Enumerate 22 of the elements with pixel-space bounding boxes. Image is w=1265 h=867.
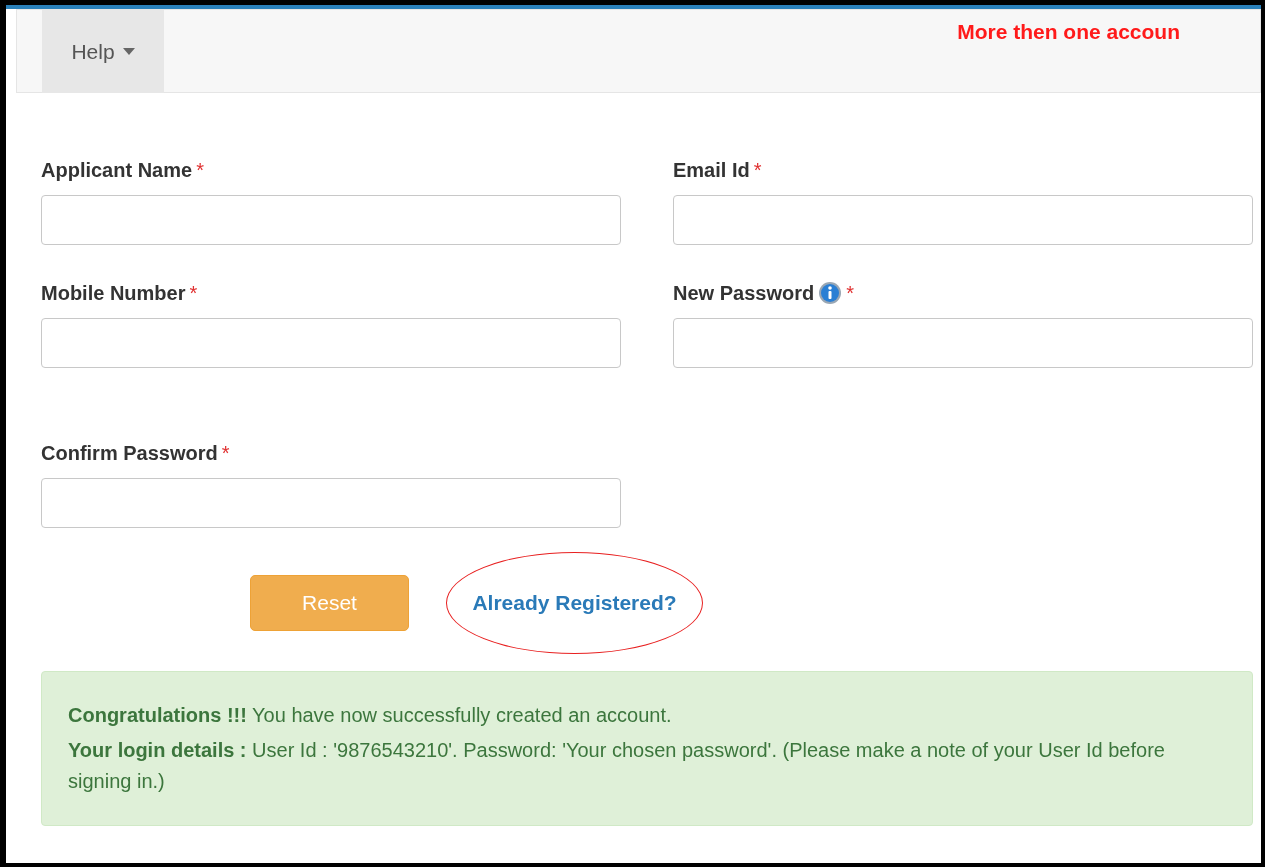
required-mark: * <box>846 281 854 306</box>
caret-icon <box>122 48 135 55</box>
field-label: New Password <box>673 281 815 306</box>
input-field[interactable] <box>41 478 621 528</box>
input-field[interactable] <box>41 195 621 245</box>
notice-text: More then one accoun <box>957 20 1180 43</box>
input-field[interactable] <box>673 195 1253 245</box>
login-link[interactable]: Already Registered? <box>472 587 677 619</box>
alert-message: Congratulations !!! You have now successfully created an account. <box>68 703 673 728</box>
field-label: Mobile Number <box>41 281 186 306</box>
required-mark: * <box>221 441 230 466</box>
field-label: Applicant Name <box>41 158 193 183</box>
alert-message: Your login details : User Id : '9876543210'. Password: 'Your chosen password'. (Please make a note of your User Id before signing in.) <box>68 738 1166 794</box>
input-field[interactable] <box>41 318 621 368</box>
input-field[interactable] <box>673 318 1253 368</box>
field-label: Email Id <box>673 158 750 183</box>
info-icon <box>818 281 843 305</box>
required-mark: * <box>753 158 762 183</box>
field-label: Confirm Password <box>41 441 218 466</box>
help-menu[interactable]: Help <box>42 10 164 93</box>
required-mark: * <box>189 281 198 306</box>
required-mark: * <box>196 158 204 183</box>
